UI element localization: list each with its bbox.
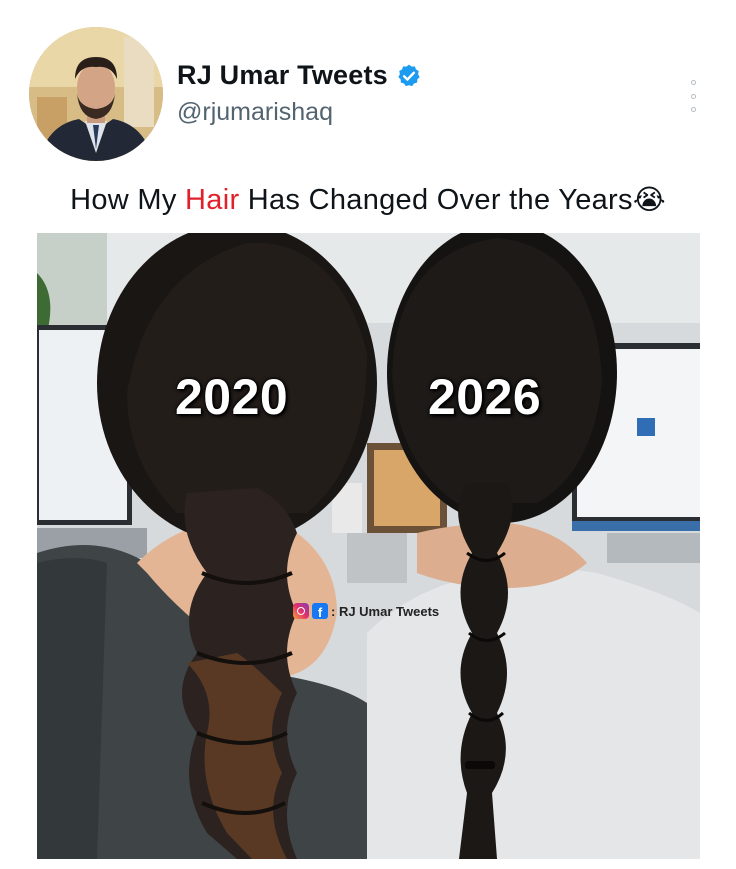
label-right-year: 2026 — [428, 369, 542, 425]
author-display-name[interactable]: RJ Umar Tweets — [177, 60, 388, 91]
verified-badge-icon — [398, 64, 420, 86]
more-dot — [690, 80, 696, 85]
watermark-text: : RJ Umar Tweets — [331, 603, 440, 619]
caption-text-after: Has Changed Over the Years — [239, 184, 633, 216]
caption-text-before: How My — [70, 184, 186, 216]
instagram-icon — [293, 603, 309, 619]
image-watermark: f : RJ Umar Tweets — [293, 603, 439, 619]
more-options-icon[interactable] — [683, 80, 703, 112]
post-caption: How My Hair Has Changed Over the Years😭 — [0, 183, 736, 217]
tweet-card: RJ Umar Tweets @rjumarishaq How My Hair … — [0, 0, 736, 869]
more-dot — [690, 107, 696, 112]
author-avatar[interactable] — [29, 27, 163, 161]
caption-highlight-word: Hair — [185, 184, 240, 216]
label-left-year: 2020 — [175, 369, 289, 425]
hair-comparison-photo — [37, 233, 700, 859]
post-image[interactable]: 2020 2026 f : RJ Umar Tweets — [37, 233, 700, 859]
author-name-row[interactable]: RJ Umar Tweets — [177, 60, 422, 91]
crying-face-emoji: 😭 — [632, 184, 666, 215]
author-handle[interactable]: @rjumarishaq — [177, 98, 333, 127]
facebook-icon: f — [312, 603, 328, 619]
more-dot — [690, 93, 696, 99]
